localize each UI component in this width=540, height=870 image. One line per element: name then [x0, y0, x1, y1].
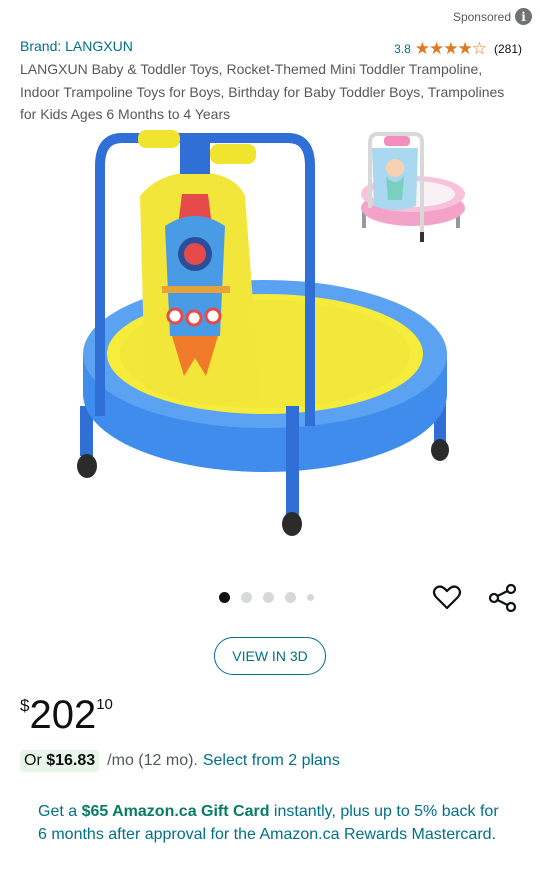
rating-value: 3.8 [394, 41, 411, 56]
view-in-3d-button[interactable]: VIEW IN 3D [214, 637, 326, 675]
select-plans-link[interactable]: Select from 2 plans [203, 752, 340, 770]
image-carousel-dots[interactable] [219, 592, 314, 603]
share-icon[interactable] [487, 582, 519, 614]
gift-card-promo[interactable]: Get a $65 Amazon.ca Gift Card instantly,… [38, 800, 508, 846]
info-icon[interactable]: i [515, 8, 532, 25]
carousel-dot-4[interactable] [285, 592, 296, 603]
financing-offer: Or $16.83 /mo (12 mo). Select from 2 pla… [20, 750, 340, 772]
product-title: LANGXUN Baby & Toddler Toys, Rocket-Them… [20, 61, 505, 122]
promo-highlight: $65 Amazon.ca Gift Card [81, 803, 270, 820]
financing-term: /mo (12 mo). [107, 752, 198, 769]
sponsored-text: Sponsored [452, 9, 511, 24]
price-symbol: $ [20, 696, 30, 715]
price-fraction: 10 [96, 696, 113, 713]
carousel-dot-3[interactable] [263, 592, 274, 603]
sponsored-label[interactable]: Sponsored i [453, 8, 532, 25]
financing-prefix: Or [24, 752, 42, 769]
heart-icon[interactable] [431, 581, 463, 613]
rating-count[interactable]: (281) [494, 42, 522, 56]
promo-text-start: Get a [38, 803, 82, 820]
carousel-dot-1[interactable] [219, 592, 230, 603]
monthly-amount: $16.83 [46, 752, 96, 769]
star-rating-icon: ★★★★☆ [414, 39, 487, 58]
price-whole: 202 [29, 693, 97, 737]
price: $ 202 10 [20, 692, 113, 738]
brand-link[interactable]: Brand: LANGXUN [20, 38, 133, 54]
rating-summary[interactable]: 3.8 ★★★★☆ (281) [394, 40, 522, 57]
monthly-price-badge: Or $16.83 [20, 750, 100, 772]
carousel-dot-5[interactable] [307, 594, 314, 601]
variant-image[interactable] [356, 128, 471, 248]
carousel-dot-2[interactable] [241, 592, 252, 603]
